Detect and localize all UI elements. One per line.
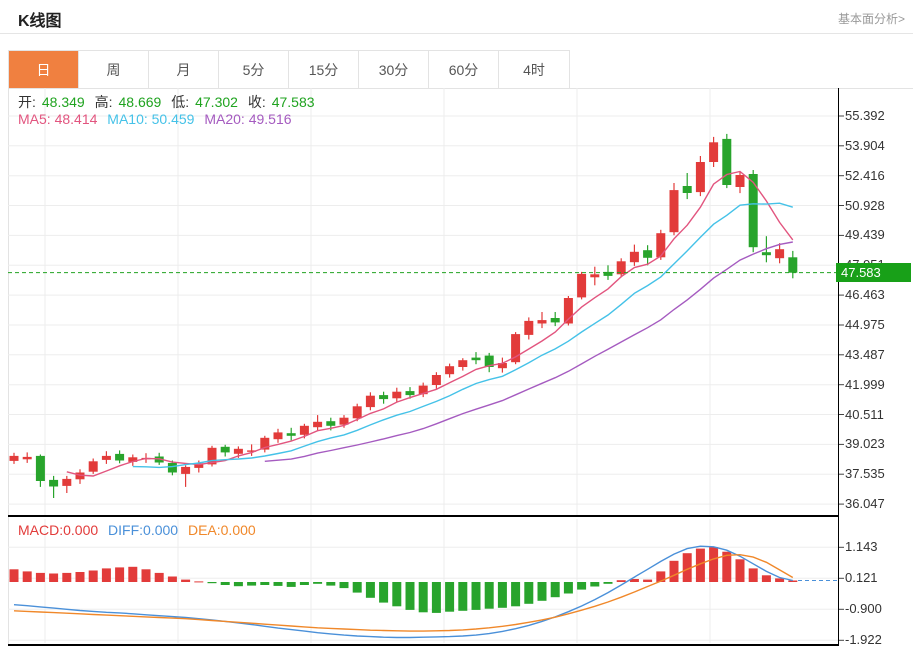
main-axis-label: 43.487 bbox=[845, 347, 885, 362]
main-axis-label: 36.047 bbox=[845, 496, 885, 511]
main-axis-label: 55.392 bbox=[845, 108, 885, 123]
macd-axis-label: -1.922 bbox=[845, 632, 882, 647]
macd-axis-label: -0.900 bbox=[845, 601, 882, 616]
main-axis-label: 44.975 bbox=[845, 317, 885, 332]
main-axis-label: 52.416 bbox=[845, 168, 885, 183]
main-axis-label: 46.463 bbox=[845, 287, 885, 302]
macd-axis-label: 1.143 bbox=[845, 539, 878, 554]
main-axis-label: 41.999 bbox=[845, 377, 885, 392]
main-axis-label: 49.439 bbox=[845, 227, 885, 242]
main-axis-label: 37.535 bbox=[845, 466, 885, 481]
main-axis-label: 40.511 bbox=[845, 407, 884, 422]
main-axis-label: 50.928 bbox=[845, 198, 885, 213]
main-axis-label: 39.023 bbox=[845, 436, 885, 451]
macd-axis-label: 0.121 bbox=[845, 570, 878, 585]
current-price-tag: 47.583 bbox=[836, 263, 911, 282]
kline-plot-area[interactable] bbox=[8, 88, 838, 645]
main-axis-label: 53.904 bbox=[845, 138, 885, 153]
